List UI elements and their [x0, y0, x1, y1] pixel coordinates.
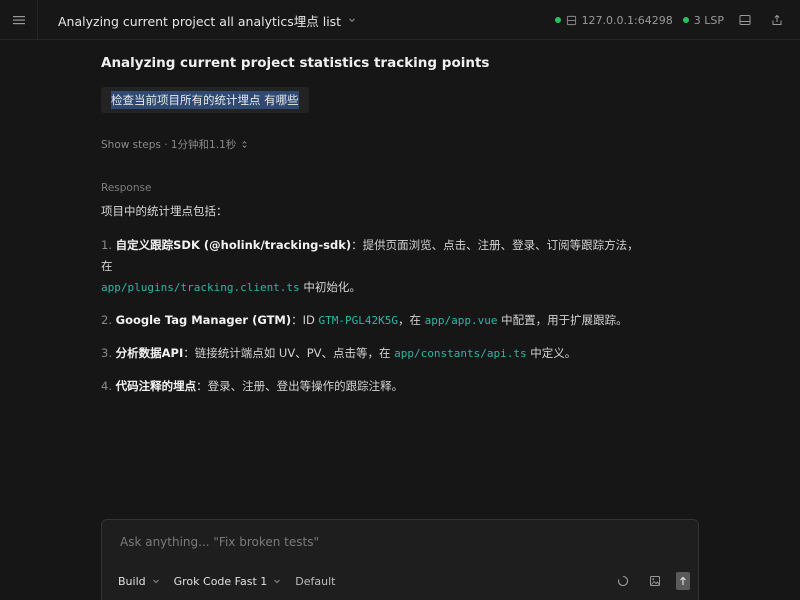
expand-chevrons-icon: [242, 140, 247, 149]
share-button[interactable]: [766, 9, 788, 31]
user-message: 检查当前项目所有的统计埋点 有哪些: [101, 87, 309, 113]
attach-image-button[interactable]: [644, 570, 666, 592]
file-link[interactable]: app/app.vue: [425, 314, 498, 327]
variant-select[interactable]: Default: [295, 575, 335, 588]
lsp-status-dot: [682, 17, 689, 23]
list-item-title: 代码注释的埋点: [115, 379, 197, 393]
model-select-value: Grok Code Fast 1: [173, 574, 268, 588]
app-window: Analyzing current project all analytics埋…: [0, 0, 800, 600]
mode-select[interactable]: Build: [118, 575, 160, 588]
lsp-count: 3 LSP: [693, 13, 724, 27]
model-select[interactable]: Grok Code Fast 1: [174, 575, 282, 588]
arrow-up-icon: [680, 576, 686, 585]
composer-toolbar: Build Grok Code Fast 1 Default: [118, 570, 690, 592]
server-status-dot: [554, 17, 561, 23]
loading-indicator: [612, 570, 634, 592]
response-list: 1. 自定义跟踪SDK (@holink/tracking-sdk)：提供页面浏…: [101, 235, 641, 409]
share-icon: [772, 14, 782, 25]
conversation-heading: Analyzing current project statistics tra…: [101, 55, 490, 71]
status-area: 127.0.0.1:64298 3 LSP: [554, 0, 788, 40]
show-steps-toggle[interactable]: Show steps · 1分钟和1.1秒: [101, 137, 249, 152]
list-item-title: 自定义跟踪SDK (@holink/tracking-sdk): [115, 238, 352, 252]
chevron-down-icon: [274, 579, 281, 584]
chevron-down-icon: [152, 579, 159, 584]
file-link[interactable]: app/constants/api.ts: [394, 347, 526, 360]
hamburger-icon: [12, 16, 25, 25]
user-message-text: 检查当前项目所有的统计埋点 有哪些: [111, 91, 299, 109]
mode-select-value: Build: [118, 574, 146, 588]
top-bar: Analyzing current project all analytics埋…: [0, 0, 800, 40]
list-item-title: Google Tag Manager (GTM): [115, 313, 292, 327]
prompt-composer: Build Grok Code Fast 1 Default: [101, 519, 699, 600]
session-title: Analyzing current project all analytics埋…: [58, 13, 342, 29]
send-button[interactable]: [676, 572, 690, 590]
composer-actions: [612, 570, 690, 592]
list-item: 4. 代码注释的埋点：登录、注册、登出等操作的跟踪注释。: [101, 379, 404, 393]
lsp-status[interactable]: 3 LSP: [682, 13, 724, 27]
list-item: 1. 自定义跟踪SDK (@holink/tracking-sdk)：提供页面浏…: [101, 238, 639, 294]
server-icon: [566, 15, 576, 25]
file-link[interactable]: app/plugins/tracking.client.ts: [101, 281, 300, 294]
response-intro: 项目中的统计埋点包括：: [101, 204, 228, 218]
response-label: Response: [101, 182, 152, 194]
menu-button[interactable]: [0, 0, 38, 40]
gtm-id: GTM-PGL42K5G: [318, 314, 399, 327]
server-address: 127.0.0.1:64298: [581, 13, 673, 27]
server-status[interactable]: 127.0.0.1:64298: [554, 13, 673, 27]
spinner-icon: [618, 575, 629, 587]
list-item: 2. Google Tag Manager (GTM)：ID GTM-PGL42…: [101, 313, 628, 327]
list-item: 3. 分析数据API：链接统计端点如 UV、PV、点击等，在 app/const…: [101, 346, 577, 360]
session-title-dropdown[interactable]: Analyzing current project all analytics埋…: [58, 0, 357, 40]
toggle-panel-button[interactable]: [734, 9, 756, 31]
list-item-title: 分析数据API: [115, 346, 184, 360]
variant-select-value: Default: [295, 574, 336, 588]
prompt-input[interactable]: [118, 532, 678, 552]
chevron-down-icon: [349, 18, 355, 23]
show-steps-label: Show steps · 1分钟和1.1秒: [101, 139, 237, 151]
image-icon: [650, 576, 660, 586]
panel-layout-icon: [739, 15, 751, 25]
